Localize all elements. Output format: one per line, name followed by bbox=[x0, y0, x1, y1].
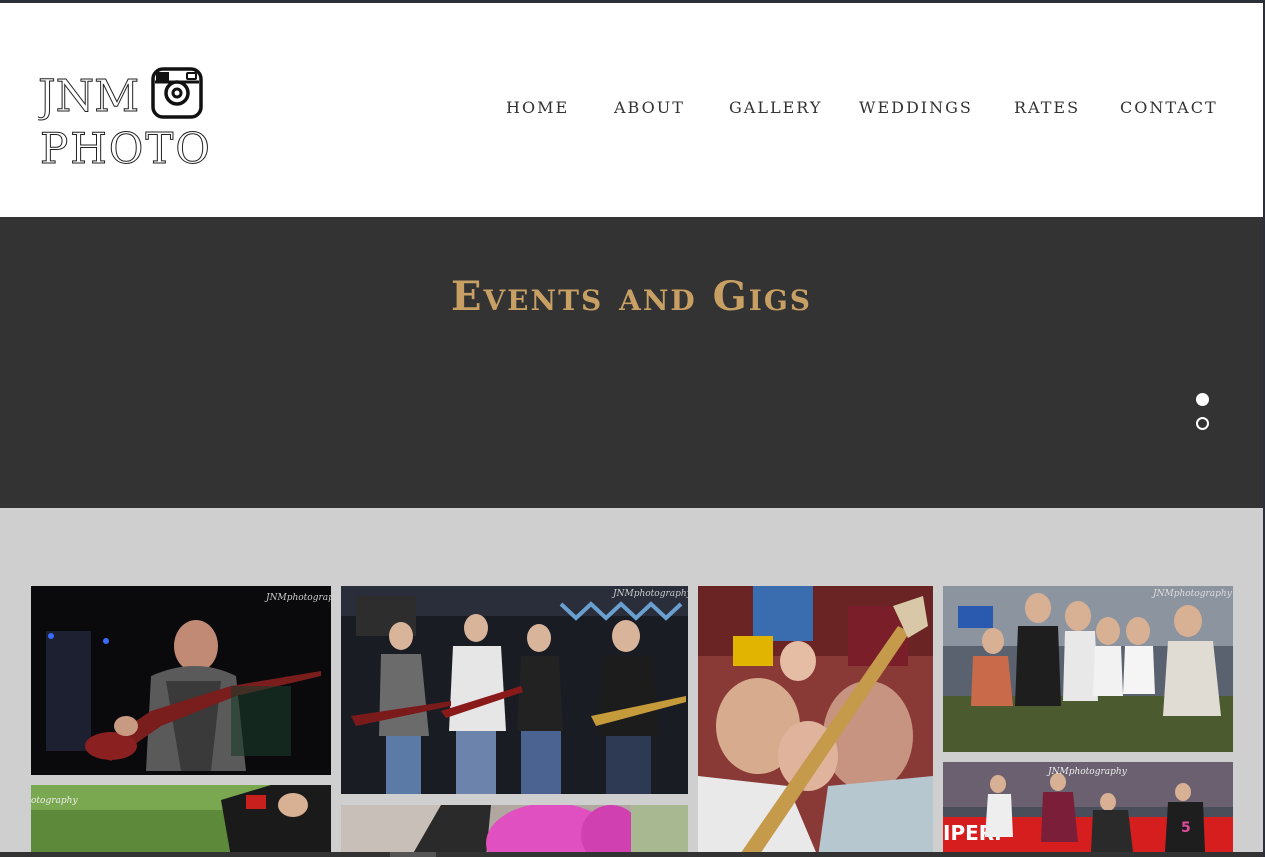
site-logo[interactable]: JNM PHOTO bbox=[38, 65, 208, 169]
camera-icon bbox=[151, 67, 203, 119]
scrollbar-thumb[interactable] bbox=[390, 852, 436, 857]
site-header: JNM PHOTO HOME ABOUT GALLERY WEDDINGS RA… bbox=[0, 3, 1263, 217]
horizontal-scrollbar[interactable] bbox=[0, 852, 1263, 857]
svg-text:JNMphotography: JNMphotography bbox=[611, 589, 688, 599]
gallery-photo-festival-group[interactable]: JNMphotography bbox=[943, 586, 1233, 752]
svg-text:JNMphotography: JNMphotography bbox=[1046, 767, 1128, 777]
nav-about[interactable]: ABOUT bbox=[614, 98, 685, 117]
gallery-photo-crowd[interactable] bbox=[698, 586, 933, 857]
svg-text:otography: otography bbox=[31, 796, 78, 806]
gallery-photo-pink-wig[interactable] bbox=[341, 805, 688, 857]
gallery-photo-guitarist[interactable]: JNMphotography bbox=[31, 586, 331, 775]
logo-line2: PHOTO bbox=[40, 124, 208, 169]
svg-text:JNMphotography: JNMphotography bbox=[1151, 589, 1233, 599]
nav-rates[interactable]: RATES bbox=[1014, 98, 1080, 117]
gallery-photo-band[interactable]: JNMphotography bbox=[341, 586, 688, 794]
svg-text:5: 5 bbox=[1181, 820, 1191, 836]
slide-dot-1[interactable] bbox=[1196, 393, 1209, 406]
hero-banner: Events and Gigs bbox=[0, 217, 1263, 508]
nav-weddings[interactable]: WEDDINGS bbox=[859, 98, 973, 117]
photo-watermark: JNMphotography bbox=[264, 593, 331, 603]
nav-contact[interactable]: CONTACT bbox=[1120, 98, 1218, 117]
page-title: Events and Gigs bbox=[450, 273, 813, 320]
nav-home[interactable]: HOME bbox=[506, 98, 569, 117]
logo-image: JNM PHOTO bbox=[38, 67, 208, 169]
gallery-photo-rugby-player[interactable]: otography bbox=[31, 785, 331, 857]
gallery-photo-rugby-match[interactable]: IPERI 5 JNMphotography bbox=[943, 762, 1233, 857]
nav-gallery[interactable]: GALLERY bbox=[729, 98, 822, 117]
photo-gallery: JNMphotography JNMp bbox=[0, 508, 1263, 857]
logo-line1: JNM bbox=[38, 71, 139, 122]
slide-dot-2[interactable] bbox=[1196, 417, 1209, 430]
